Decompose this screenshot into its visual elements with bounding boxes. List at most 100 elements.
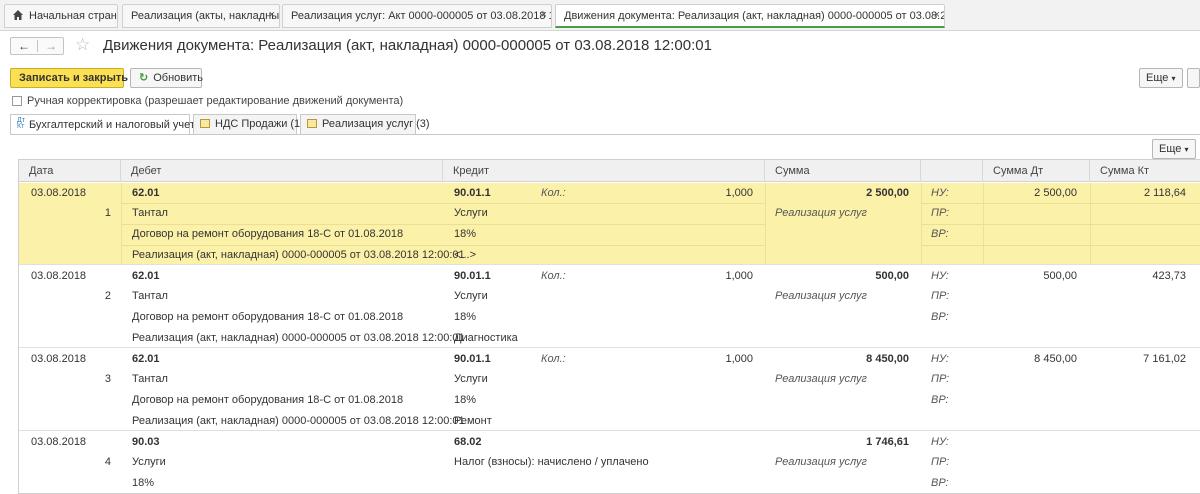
debit-account: 62.01 — [132, 353, 160, 365]
row-number: 4 — [104, 456, 111, 468]
sum-kt-value — [1090, 432, 1186, 452]
credit-subconto-3: Диагностика — [454, 332, 518, 344]
debit-account: 62.01 — [132, 270, 160, 282]
back-arrow-icon[interactable]: ← — [11, 38, 37, 54]
debit-account: 90.03 — [132, 436, 160, 448]
tab-label: Начальная страница — [29, 10, 117, 22]
credit-subconto-2: 18% — [454, 394, 477, 406]
credit-account: 90.01.1 — [454, 353, 491, 365]
sum-note: Реализация услуг — [775, 456, 867, 468]
nu-label: НУ: — [931, 270, 949, 282]
debit-subconto-1: Тантал — [132, 290, 168, 302]
credit-account: 90.01.1 — [454, 270, 491, 282]
more-button[interactable]: Еще ▾ — [1139, 68, 1183, 88]
more-label: Еще — [1159, 143, 1182, 155]
tab-services-sales[interactable]: Реализация услуг (3) — [300, 114, 430, 134]
qty-value: 1,000 — [725, 270, 753, 282]
pr-label: ПР: — [931, 207, 950, 219]
table-row[interactable]: 03.08.2018 3 62.01 Тантал Договор на ремонт … — [19, 349, 1200, 431]
page-title: Движения документа: Реализация (акт, нак… — [103, 37, 712, 54]
sum-dt-value — [983, 432, 1077, 452]
dt-kt-icon: Дт Кт — [17, 117, 25, 130]
col-sum-kt[interactable]: Сумма Кт — [1090, 160, 1200, 182]
pr-label: ПР: — [931, 373, 950, 385]
nav-buttons: ← → — [10, 37, 64, 55]
tab-sales-act[interactable]: Реализация услуг: Акт 0000-000005 от 03.… — [282, 4, 552, 28]
sum-dt-value: 8 450,00 — [1034, 353, 1077, 365]
pr-label: ПР: — [931, 456, 950, 468]
register-icon — [200, 119, 210, 128]
sum-value: 500,00 — [875, 270, 909, 282]
refresh-button[interactable]: ↻ Обновить — [130, 68, 204, 88]
debit-subconto-1: Услуги — [132, 456, 166, 468]
credit-subconto-1: Услуги — [454, 290, 488, 302]
credit-subconto-2 — [454, 473, 754, 493]
qty-value — [649, 432, 753, 452]
save-and-close-button[interactable]: Записать и закрыть — [10, 68, 128, 88]
grid-more-button[interactable]: Еще ▾ — [1152, 139, 1196, 159]
debit-subconto-3: Реализация (акт, накладная) 0000-000005 … — [132, 249, 465, 261]
star-icon[interactable]: ☆ — [75, 36, 90, 54]
nu-label: НУ: — [931, 436, 949, 448]
dropdown-icon: ▾ — [1171, 74, 1176, 83]
sum-kt-value: 7 161,02 — [1143, 353, 1186, 365]
tab-accounting[interactable]: Дт Кт Бухгалтерский и налоговый учет (4) — [10, 114, 211, 135]
close-icon[interactable]: × — [541, 9, 547, 21]
table-row[interactable]: 03.08.2018 4 90.03 Услуги 18% 68.02 Налог (взн… — [19, 432, 1200, 493]
credit-account: 68.02 — [454, 436, 482, 448]
tab-vat-sales[interactable]: НДС Продажи (1) — [193, 114, 304, 134]
vr-label: ВР: — [931, 394, 949, 406]
debit-subconto-3: Реализация (акт, накладная) 0000-000005 … — [132, 415, 465, 427]
tab-document-movements[interactable]: Движения документа: Реализация (акт, нак… — [555, 4, 945, 28]
table-row[interactable]: 03.08.2018 2 62.01 Тантал Договор на ремонт … — [19, 266, 1200, 348]
nu-label: НУ: — [931, 353, 949, 365]
credit-subconto-1: Услуги — [454, 207, 488, 219]
date-cell: 03.08.2018 — [31, 270, 87, 282]
forward-arrow-icon[interactable]: → — [38, 38, 64, 54]
sum-note: Реализация услуг — [775, 290, 867, 302]
refresh-label: Обновить — [153, 72, 204, 84]
col-sum[interactable]: Сумма — [765, 160, 921, 182]
tab-home[interactable]: Начальная страница — [4, 4, 118, 28]
col-credit[interactable]: Кредит — [443, 160, 765, 182]
sum-note: Реализация услуг — [775, 373, 867, 385]
row-number: 3 — [104, 373, 111, 385]
home-icon — [13, 10, 23, 20]
tab-label: Реализация услуг: Акт 0000-000005 от 03.… — [291, 10, 551, 22]
credit-subconto-2: 18% — [454, 311, 477, 323]
vr-label: ВР: — [931, 477, 949, 489]
col-date[interactable]: Дата — [19, 160, 121, 182]
debit-subconto-2: Договор на ремонт оборудования 18-С от 0… — [132, 394, 404, 406]
col-blank — [921, 160, 983, 182]
nu-label: НУ: — [931, 187, 949, 199]
credit-subconto-3: <...> — [454, 249, 477, 261]
movements-table: Дата Дебет Кредит Сумма Сумма Дт Сумма К… — [18, 159, 1200, 494]
close-icon[interactable]: × — [934, 9, 940, 21]
date-cell: 03.08.2018 — [31, 353, 87, 365]
debit-subconto-2: 18% — [132, 477, 155, 489]
col-debit[interactable]: Дебет — [121, 160, 443, 182]
table-header: Дата Дебет Кредит Сумма Сумма Дт Сумма К… — [19, 160, 1200, 182]
date-cell: 03.08.2018 — [31, 436, 87, 448]
vr-label: ВР: — [931, 228, 949, 240]
window-tabs-bar: Начальная страница Реализация (акты, нак… — [0, 0, 1200, 31]
sum-value: 1 746,61 — [866, 436, 909, 448]
manual-edit-checkbox[interactable] — [12, 96, 22, 106]
debit-subconto-1: Тантал — [132, 373, 168, 385]
sum-kt-value: 423,73 — [1152, 270, 1186, 282]
tab-sales-list[interactable]: Реализация (акты, накладные) × — [122, 4, 280, 28]
credit-subconto-1: Услуги — [454, 373, 488, 385]
manual-edit-label: Ручная корректировка (разрешает редактир… — [27, 95, 404, 107]
credit-account: 90.01.1 — [454, 187, 491, 199]
sum-kt-value: 2 118,64 — [1143, 187, 1186, 199]
qty-value: 1,000 — [725, 187, 753, 199]
tab-label: НДС Продажи (1) — [215, 118, 304, 130]
close-icon[interactable]: × — [269, 9, 275, 21]
debit-subconto-2: Договор на ремонт оборудования 18-С от 0… — [132, 311, 404, 323]
register-icon — [307, 119, 317, 128]
table-row[interactable]: 03.08.2018 1 62.01 Тантал Договор на ремонт … — [19, 183, 1200, 265]
qty-label: Кол.: — [541, 270, 566, 282]
col-sum-dt[interactable]: Сумма Дт — [983, 160, 1090, 182]
help-button[interactable] — [1187, 68, 1200, 88]
debit-subconto-2: Договор на ремонт оборудования 18-С от 0… — [132, 228, 404, 240]
